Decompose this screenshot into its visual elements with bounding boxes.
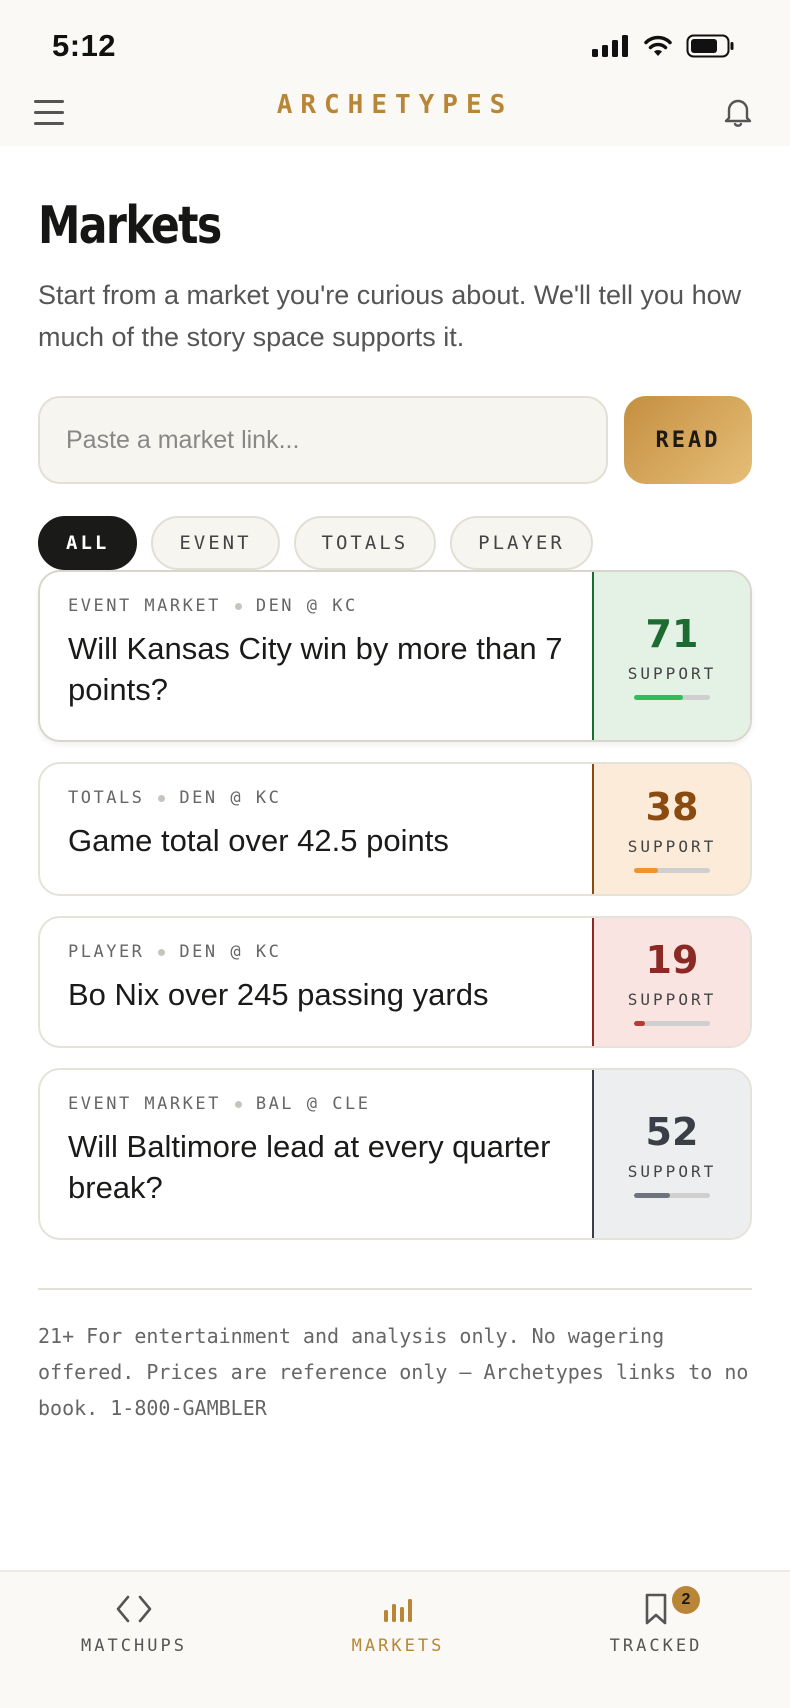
support-score-panel: 38 SUPPORT xyxy=(592,764,750,894)
support-bar xyxy=(634,1021,710,1026)
read-button[interactable]: READ xyxy=(624,396,752,484)
market-list: EVENT MARKET DEN @ KC Will Kansas City w… xyxy=(38,570,752,1260)
support-label: SUPPORT xyxy=(627,837,717,856)
tab-label: TRACKED xyxy=(609,1636,703,1656)
notifications-button[interactable] xyxy=(716,90,760,134)
market-card-main: EVENT MARKET DEN @ KC Will Kansas City w… xyxy=(40,572,592,740)
market-question: Bo Nix over 245 passing yards xyxy=(68,977,489,1012)
filter-chip-all[interactable]: ALL xyxy=(38,516,138,570)
divider xyxy=(38,1288,752,1290)
app-header: ARCHETYPES xyxy=(0,80,790,146)
bottom-tab-bar: MATCHUPS MARKETS 2 TRACKED xyxy=(0,1570,790,1708)
filter-chip-event[interactable]: EVENT xyxy=(151,516,280,570)
support-score: 19 xyxy=(645,938,699,982)
market-meta: PLAYER DEN @ KC xyxy=(68,942,564,962)
market-card[interactable]: TOTALS DEN @ KC Game total over 42.5 poi… xyxy=(38,762,752,896)
brand-logo: ARCHETYPES xyxy=(276,90,514,120)
market-type: PLAYER xyxy=(68,942,145,962)
support-label: SUPPORT xyxy=(627,1162,717,1181)
separator-dot xyxy=(234,602,242,610)
market-card[interactable]: EVENT MARKET DEN @ KC Will Kansas City w… xyxy=(38,570,752,742)
market-matchup: DEN @ KC xyxy=(179,788,282,808)
support-label: SUPPORT xyxy=(627,664,717,683)
market-link-input[interactable] xyxy=(38,396,608,484)
support-bar-fill xyxy=(634,868,659,873)
market-matchup: BAL @ CLE xyxy=(255,1094,371,1114)
status-bar: 5:12 xyxy=(0,0,790,80)
market-type: EVENT MARKET xyxy=(68,1094,221,1114)
tab-label: MATCHUPS xyxy=(81,1636,187,1656)
market-question: Will Kansas City win by more than 7 poin… xyxy=(68,631,563,707)
menu-line xyxy=(34,121,64,125)
bar-chart-icon xyxy=(384,1599,412,1622)
support-bar xyxy=(634,695,710,700)
support-score-panel: 52 SUPPORT xyxy=(592,1070,750,1238)
status-time: 5:12 xyxy=(52,28,117,63)
support-score: 71 xyxy=(645,612,699,656)
support-bar xyxy=(634,1193,710,1198)
support-score: 52 xyxy=(645,1110,699,1154)
tracked-count-badge: 2 xyxy=(672,1586,700,1614)
support-bar-fill xyxy=(634,1021,646,1026)
market-card-main: EVENT MARKET BAL @ CLE Will Baltimore le… xyxy=(40,1070,592,1238)
page-title: Markets xyxy=(38,196,222,256)
bell-icon xyxy=(724,99,752,127)
tab-markets[interactable]: MARKETS xyxy=(308,1592,488,1656)
market-question: Will Baltimore lead at every quarter bre… xyxy=(68,1129,551,1205)
support-bar xyxy=(634,868,710,873)
separator-dot xyxy=(234,1100,242,1108)
market-card-main: TOTALS DEN @ KC Game total over 42.5 poi… xyxy=(40,764,592,894)
page-subtitle: Start from a market you're curious about… xyxy=(38,280,742,352)
market-matchup: DEN @ KC xyxy=(179,942,282,962)
market-meta: EVENT MARKET DEN @ KC xyxy=(68,596,564,616)
market-card[interactable]: EVENT MARKET BAL @ CLE Will Baltimore le… xyxy=(38,1068,752,1240)
status-icons xyxy=(592,34,734,58)
market-card[interactable]: PLAYER DEN @ KC Bo Nix over 245 passing … xyxy=(38,916,752,1048)
support-score-panel: 71 SUPPORT xyxy=(592,572,750,740)
support-score-panel: 19 SUPPORT xyxy=(592,918,750,1046)
wifi-icon xyxy=(644,35,672,56)
market-matchup: DEN @ KC xyxy=(255,596,358,616)
filter-chip-player[interactable]: PLAYER xyxy=(450,516,593,570)
tab-tracked[interactable]: 2 TRACKED xyxy=(566,1586,746,1656)
filter-chip-totals[interactable]: TOTALS xyxy=(293,516,437,570)
code-brackets-icon xyxy=(116,1595,152,1623)
tab-matchups[interactable]: MATCHUPS xyxy=(44,1592,224,1656)
support-bar-fill xyxy=(634,1193,671,1198)
filter-chips: ALL EVENT TOTALS PLAYER xyxy=(38,516,593,570)
bookmark-icon xyxy=(645,1593,667,1625)
market-meta: TOTALS DEN @ KC xyxy=(68,788,564,808)
cellular-signal-icon xyxy=(592,35,628,57)
market-type: TOTALS xyxy=(68,788,145,808)
battery-icon xyxy=(686,34,734,58)
market-type: EVENT MARKET xyxy=(68,596,221,616)
support-score: 38 xyxy=(645,785,699,829)
support-bar-fill xyxy=(634,695,684,700)
market-question: Game total over 42.5 points xyxy=(68,823,449,858)
support-label: SUPPORT xyxy=(627,990,717,1009)
separator-dot xyxy=(158,948,166,956)
market-meta: EVENT MARKET BAL @ CLE xyxy=(68,1094,564,1114)
market-card-main: PLAYER DEN @ KC Bo Nix over 245 passing … xyxy=(40,918,592,1046)
tab-label: MARKETS xyxy=(351,1636,445,1656)
disclaimer-text: 21+ For entertainment and analysis only.… xyxy=(38,1324,749,1420)
separator-dot xyxy=(158,794,166,802)
